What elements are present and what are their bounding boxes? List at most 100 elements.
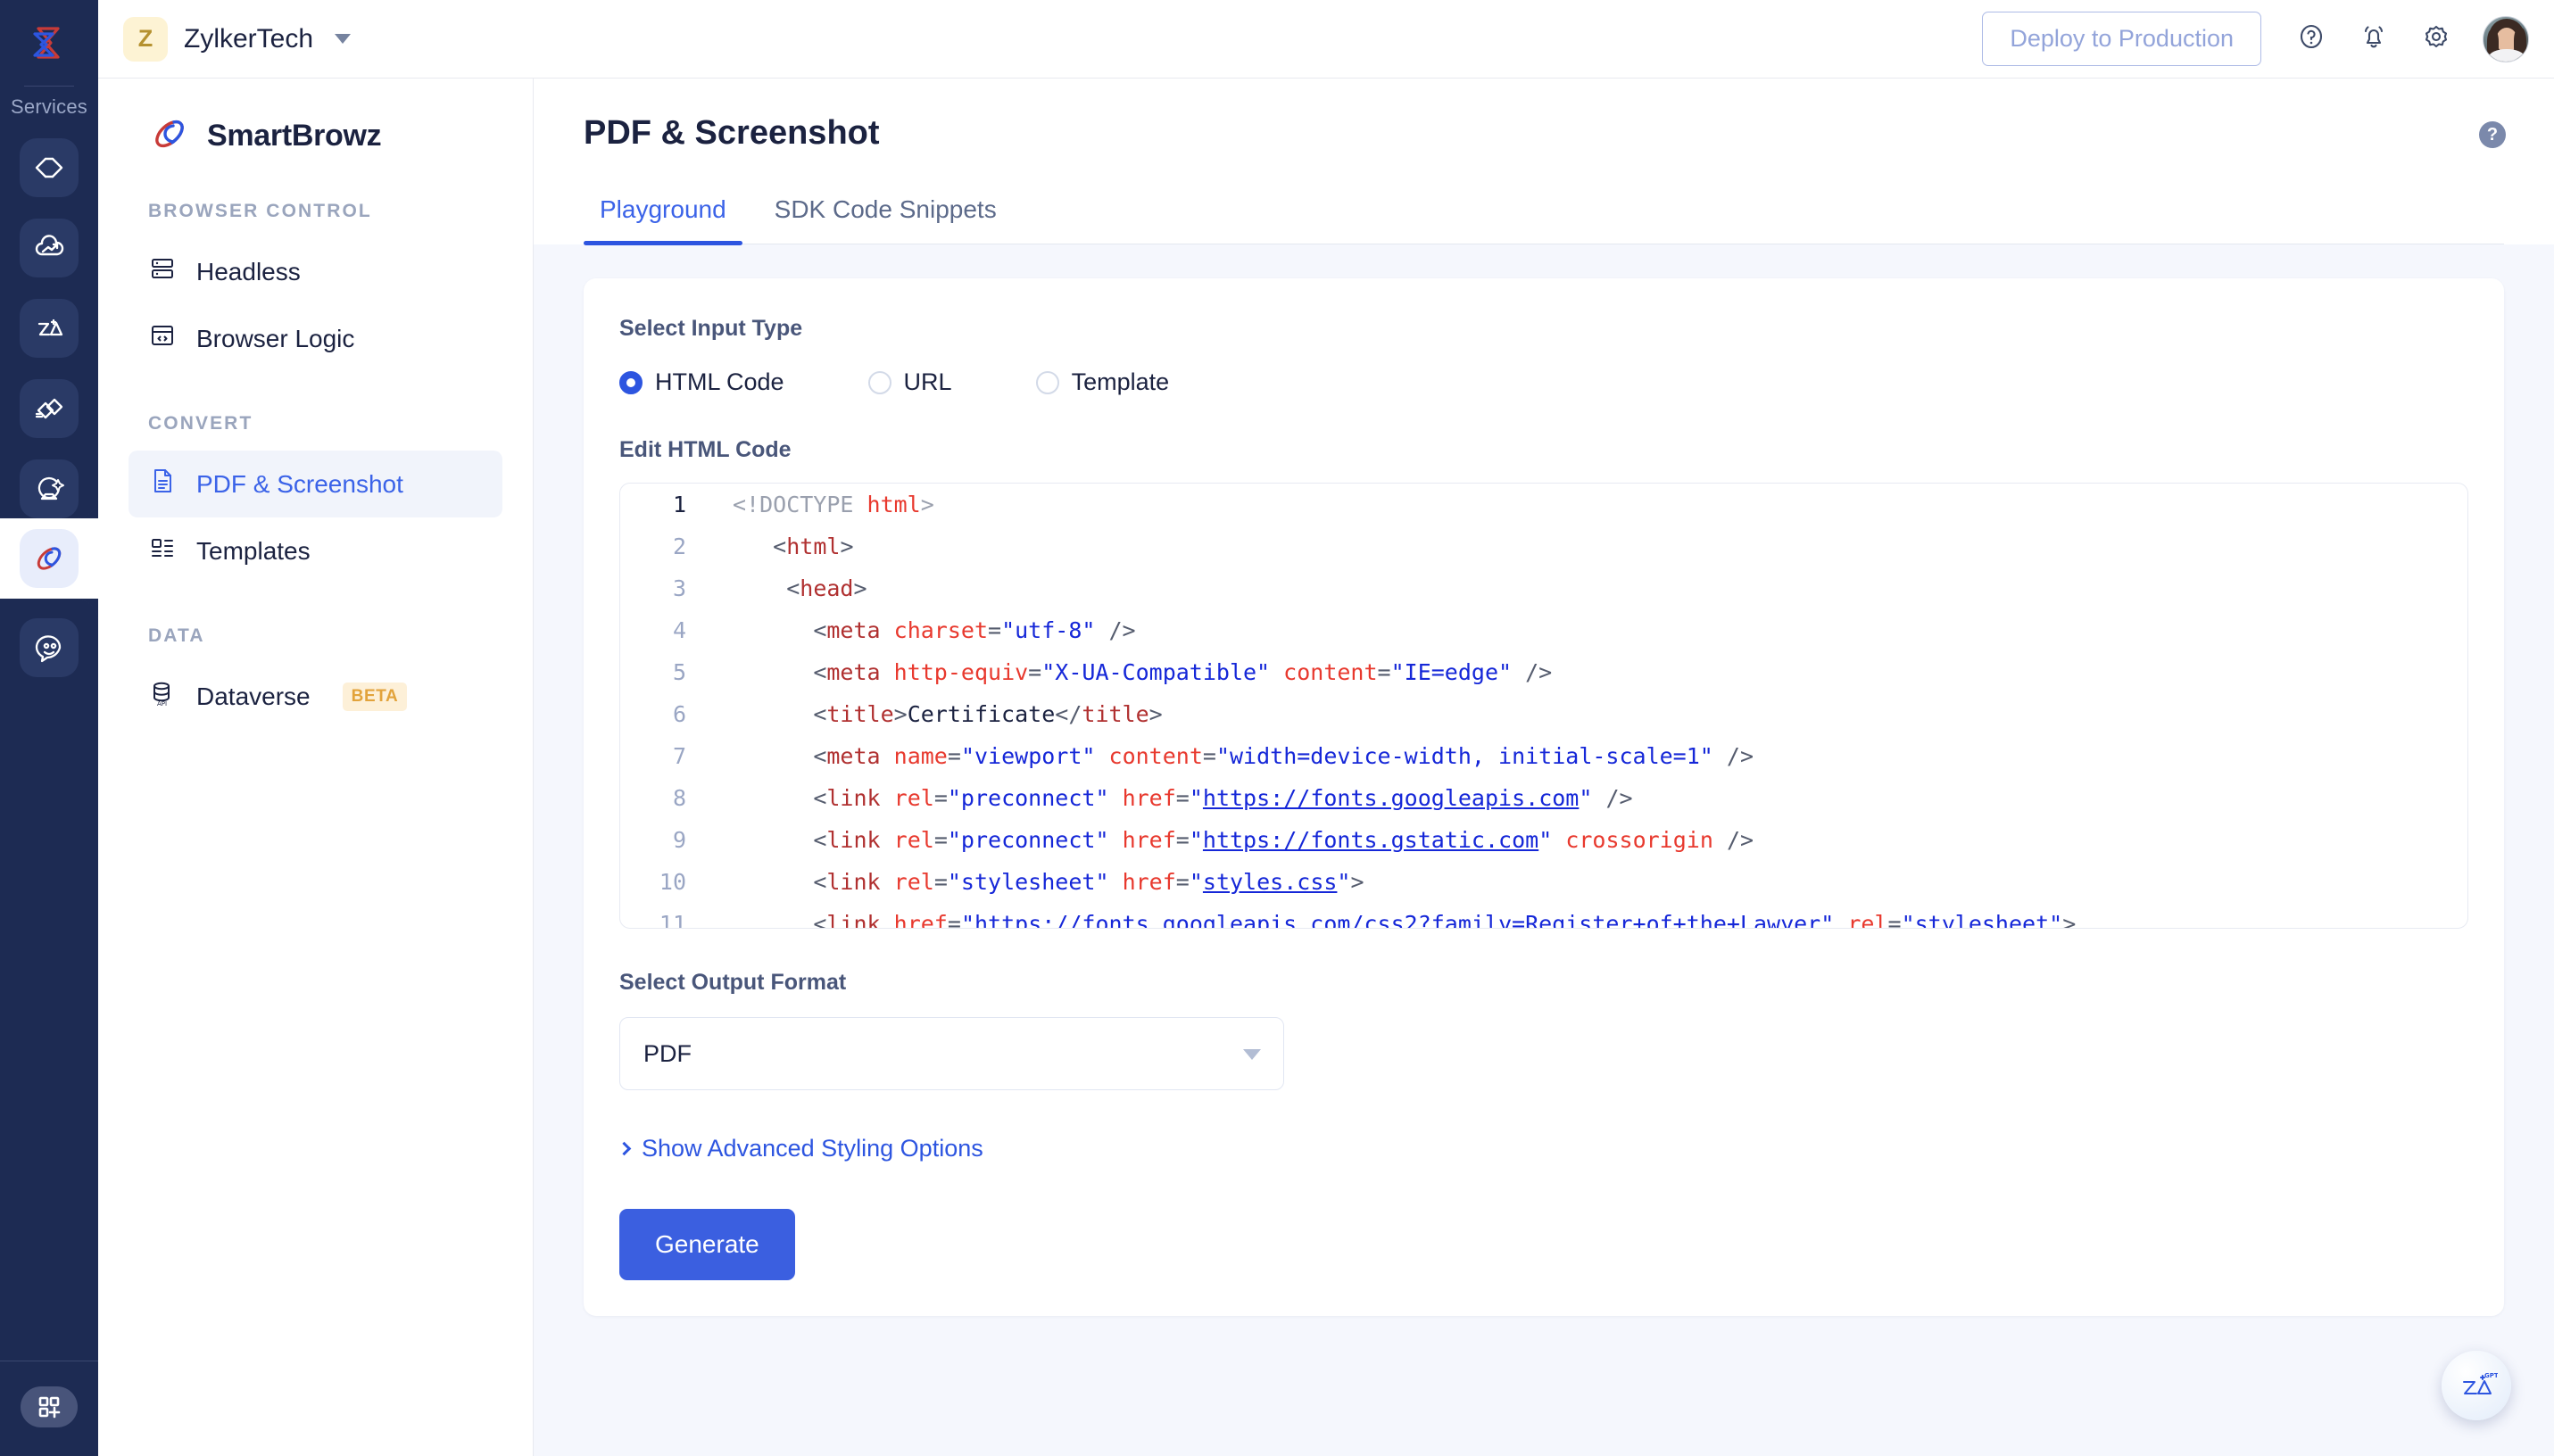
sidebar-item-label: PDF & Screenshot bbox=[196, 469, 403, 498]
input-type-radio-group: HTML Code URL Template bbox=[619, 368, 2468, 396]
nav-section-convert: CONVERT bbox=[148, 413, 253, 434]
main-content: PDF & Screenshot ? Playground SDK Code S… bbox=[534, 79, 2554, 1456]
radio-label: HTML Code bbox=[655, 368, 784, 395]
code-line[interactable]: 11 <link href="https://fonts.googleapis.… bbox=[620, 903, 2467, 929]
sidebar-item-dataverse[interactable]: API Dataverse BETA bbox=[129, 663, 502, 730]
chevron-down-icon[interactable] bbox=[1243, 1049, 1261, 1060]
line-number: 4 bbox=[672, 617, 686, 643]
window-code-icon bbox=[148, 321, 177, 356]
code-line[interactable]: 3 <head> bbox=[620, 567, 2467, 609]
line-number: 6 bbox=[672, 701, 686, 727]
line-number: 2 bbox=[672, 534, 686, 559]
deploy-to-production-button[interactable]: Deploy to Production bbox=[1982, 12, 2261, 66]
nav-section-data: DATA bbox=[148, 625, 205, 646]
rail-services-label: Services bbox=[11, 95, 87, 118]
question-mark-icon[interactable]: ? bbox=[2479, 121, 2506, 148]
template-layout-icon bbox=[148, 534, 177, 568]
body-row: SmartBrowz BROWSER CONTROL Headless Brow… bbox=[98, 79, 2554, 1456]
bell-icon[interactable] bbox=[2358, 21, 2390, 57]
radio-indicator[interactable] bbox=[1035, 370, 1059, 394]
code-line[interactable]: 7 <meta name="viewport" content="width=d… bbox=[620, 735, 2467, 777]
output-format-select[interactable]: PDF bbox=[619, 1017, 1284, 1090]
rail-item-cloud-scale[interactable] bbox=[20, 219, 79, 277]
radio-option-url[interactable]: URL bbox=[867, 368, 952, 396]
rail-divider bbox=[24, 86, 74, 87]
rail-item-ai-vision[interactable] bbox=[20, 459, 79, 518]
zoho-logo-icon[interactable] bbox=[0, 0, 98, 86]
select-input-type-label: Select Input Type bbox=[619, 316, 803, 341]
line-number: 7 bbox=[672, 743, 686, 769]
sidebar-item-headless[interactable]: Headless bbox=[129, 238, 502, 305]
playground-card: Select Input Type HTML Code URL Template… bbox=[584, 278, 2504, 1316]
show-advanced-styling-options-link[interactable]: Show Advanced Styling Options bbox=[617, 1135, 2468, 1162]
edit-html-code-label: Edit HTML Code bbox=[619, 437, 792, 462]
status-badge-beta: BETA bbox=[342, 682, 408, 711]
sidebar-item-label: Dataverse bbox=[196, 682, 311, 710]
server-icon bbox=[148, 254, 177, 289]
line-number: 8 bbox=[672, 785, 686, 811]
radio-option-template[interactable]: Template bbox=[1035, 368, 1170, 396]
org-initial-badge: Z bbox=[123, 16, 168, 62]
chevron-down-icon[interactable] bbox=[335, 34, 352, 44]
code-line[interactable]: 1 <!DOCTYPE html> bbox=[620, 484, 2467, 525]
rail-item-chat-support[interactable] bbox=[20, 618, 79, 677]
code-line[interactable]: 6 <title>Certificate</title> bbox=[620, 693, 2467, 735]
line-number: 1 bbox=[672, 492, 686, 517]
rail-item-api-console[interactable] bbox=[20, 138, 79, 197]
product-sidebar: SmartBrowz BROWSER CONTROL Headless Brow… bbox=[98, 79, 534, 1456]
generate-button[interactable]: Generate bbox=[619, 1209, 795, 1280]
line-number: 5 bbox=[672, 659, 686, 685]
select-output-format-label: Select Output Format bbox=[619, 970, 847, 995]
question-circle-icon[interactable] bbox=[2295, 21, 2327, 57]
radio-label: Template bbox=[1071, 368, 1170, 395]
right-column: Z ZylkerTech Deploy to Production SmartB… bbox=[98, 0, 2554, 1456]
sidebar-item-label: Templates bbox=[196, 536, 311, 565]
page-title: PDF & Screenshot bbox=[584, 114, 880, 152]
org-switcher[interactable]: Z ZylkerTech bbox=[98, 16, 352, 62]
rail-item-catalyst-connect[interactable] bbox=[20, 379, 79, 438]
svg-text:GPT: GPT bbox=[2484, 1372, 2498, 1379]
sidebar-item-label: Browser Logic bbox=[196, 324, 355, 352]
top-header-bar: Z ZylkerTech Deploy to Production bbox=[98, 0, 2554, 79]
code-line[interactable]: 9 <link rel="preconnect" href="https://f… bbox=[620, 819, 2467, 861]
svg-text:API: API bbox=[157, 700, 167, 707]
gear-icon[interactable] bbox=[2420, 21, 2452, 57]
rail-item-smartbrowz[interactable] bbox=[20, 529, 79, 588]
main-scroll-area: Select Input Type HTML Code URL Template… bbox=[534, 244, 2554, 1456]
user-avatar[interactable] bbox=[2483, 15, 2529, 62]
nav-section-browser-control: BROWSER CONTROL bbox=[148, 201, 372, 221]
line-number: 3 bbox=[672, 575, 686, 601]
sidebar-item-browser-logic[interactable]: Browser Logic bbox=[129, 305, 502, 372]
radio-indicator[interactable] bbox=[619, 370, 643, 394]
tab-bar: Playground SDK Code Snippets bbox=[584, 195, 2504, 245]
code-line[interactable]: 2 <html> bbox=[620, 525, 2467, 567]
database-api-icon: API bbox=[148, 679, 177, 714]
line-number: 10 bbox=[659, 869, 686, 895]
app-grid-plus-icon[interactable] bbox=[21, 1386, 78, 1427]
code-line[interactable]: 8 <link rel="preconnect" href="https://f… bbox=[620, 777, 2467, 819]
org-name: ZylkerTech bbox=[184, 23, 314, 54]
tab-playground[interactable]: Playground bbox=[584, 195, 742, 245]
rail-icon-list-lower bbox=[0, 618, 98, 677]
chevron-right-icon bbox=[617, 1141, 632, 1156]
rail-icon-list bbox=[0, 138, 98, 518]
radio-label: URL bbox=[903, 368, 952, 395]
output-format-value[interactable]: PDF bbox=[619, 1017, 1284, 1090]
advanced-link-label: Show Advanced Styling Options bbox=[642, 1135, 983, 1162]
sidebar-item-pdf-screenshot[interactable]: PDF & Screenshot bbox=[129, 451, 502, 517]
sidebar-brand-name: SmartBrowz bbox=[207, 119, 382, 153]
code-line[interactable]: 10 <link rel="stylesheet" href="styles.c… bbox=[620, 861, 2467, 903]
radio-indicator[interactable] bbox=[867, 370, 891, 394]
rail-item-zia-ai[interactable] bbox=[20, 299, 79, 358]
code-line[interactable]: 4 <meta charset="utf-8" /> bbox=[620, 609, 2467, 651]
zia-gpt-assistant-button[interactable]: GPT bbox=[2442, 1351, 2511, 1420]
code-line[interactable]: 5 <meta http-equiv="X-UA-Compatible" con… bbox=[620, 651, 2467, 693]
tab-sdk-code-snippets[interactable]: SDK Code Snippets bbox=[759, 195, 1013, 244]
sidebar-item-templates[interactable]: Templates bbox=[129, 517, 502, 584]
smartbrowz-icon bbox=[148, 112, 191, 160]
main-header: PDF & Screenshot ? Playground SDK Code S… bbox=[534, 79, 2554, 245]
line-number: 11 bbox=[659, 911, 686, 929]
radio-option-html-code[interactable]: HTML Code bbox=[619, 368, 784, 396]
html-code-editor[interactable]: 1 <!DOCTYPE html> 2 <html> 3 <head> 4 <m… bbox=[619, 483, 2468, 929]
topbar-icon-group bbox=[2295, 15, 2529, 62]
